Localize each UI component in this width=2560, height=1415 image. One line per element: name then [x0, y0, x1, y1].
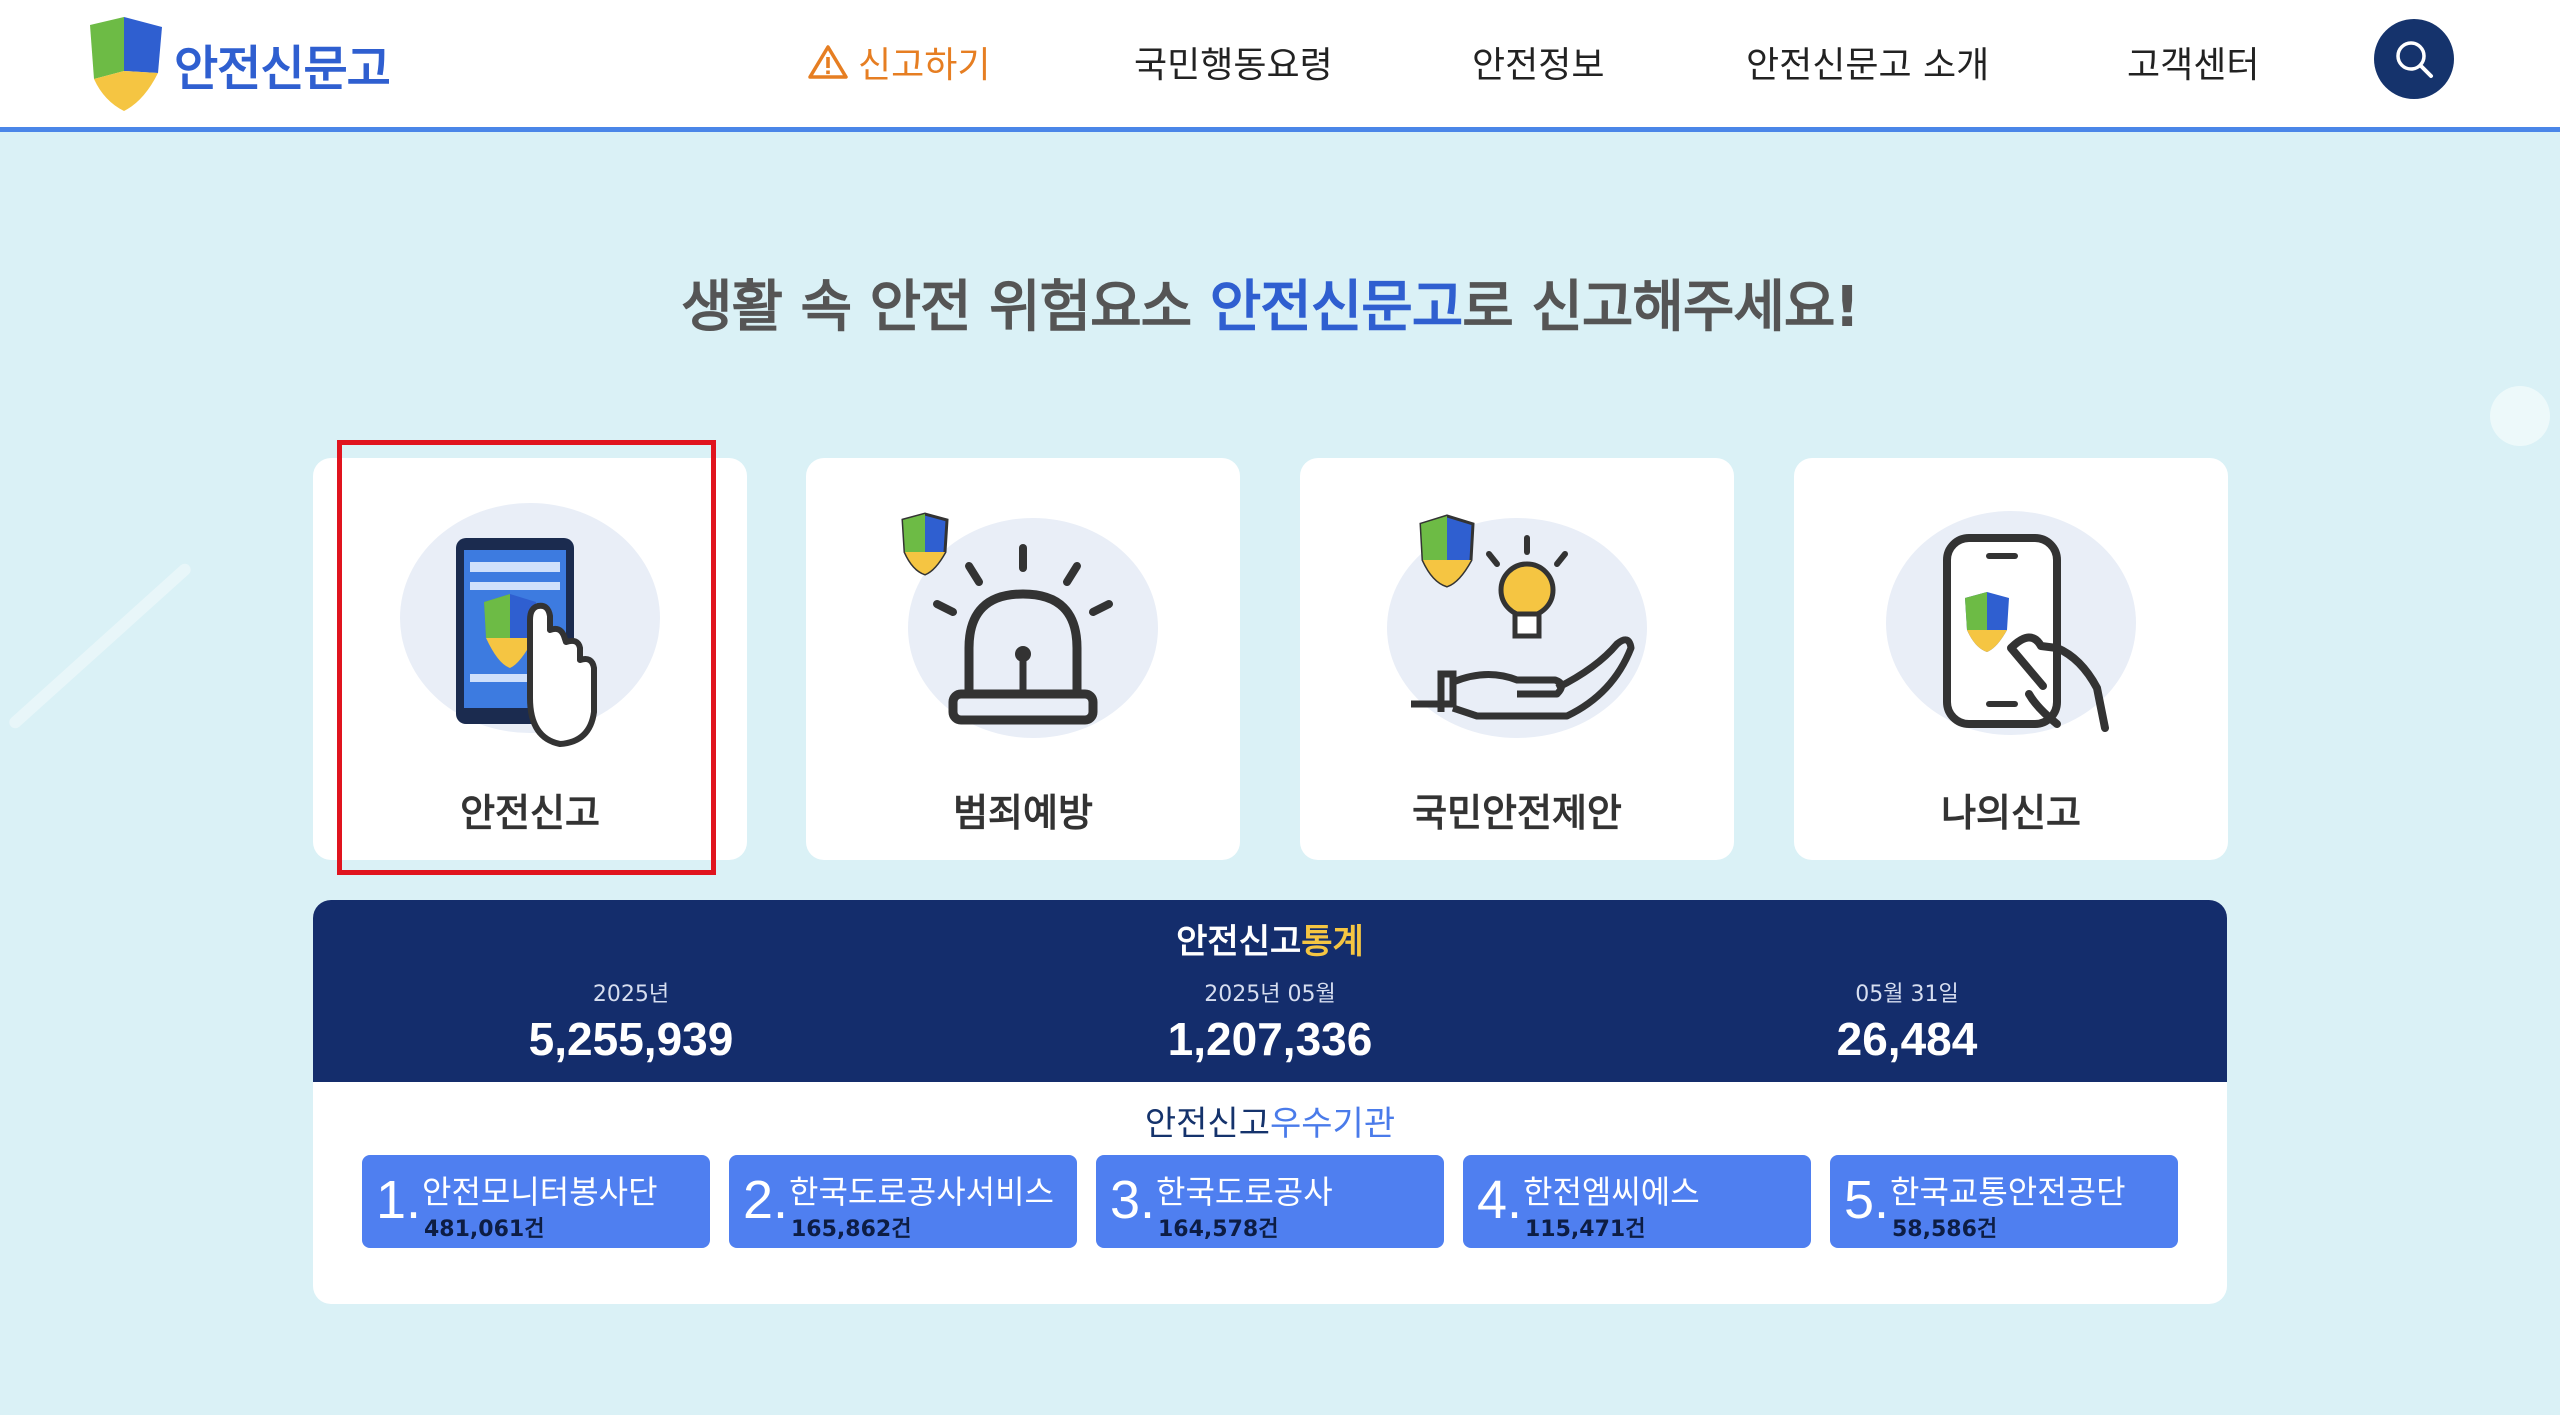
org-name: 한국도로공사서비스 — [789, 1173, 1054, 1211]
org-rank: 4. — [1477, 1170, 1523, 1230]
org-count: 164,578건 — [1158, 1217, 1279, 1242]
warning-icon — [808, 45, 848, 79]
org-rank: 3. — [1110, 1170, 1156, 1230]
phone-hand-icon — [1886, 511, 2136, 735]
card-label: 국민안전제안 — [1412, 791, 1622, 835]
org-count: 115,471건 — [1525, 1217, 1646, 1242]
shield-logo-icon — [90, 17, 162, 111]
stats-title-main: 안전신고 — [1176, 922, 1302, 962]
card-my-reports[interactable]: 나의신고 — [1794, 458, 2228, 860]
card-label: 범죄예방 — [953, 791, 1093, 835]
card-crime-prevention[interactable]: 범죄예방 — [806, 458, 1240, 860]
card-safety-proposal[interactable]: 국민안전제안 — [1300, 458, 1734, 860]
org-rank: 1. — [376, 1170, 422, 1230]
headline-suffix: 로 신고해주세요! — [1462, 275, 1860, 340]
org-item[interactable]: 4. 한전엠씨에스 115,471건 — [1463, 1155, 1811, 1248]
decorative-line — [6, 561, 194, 731]
site-logo[interactable]: 안전신문고 — [84, 14, 391, 114]
org-item[interactable]: 5. 한국교통안전공단 58,586건 — [1830, 1155, 2178, 1248]
idea-hand-icon — [1387, 514, 1647, 738]
stat-value: 1,207,336 — [1167, 1013, 1373, 1065]
stats-panel: 안전신고통계 2025년 5,255,939 2025년 05월 1,207,3… — [313, 900, 2227, 1304]
org-rank: 2. — [743, 1170, 789, 1230]
headline-prefix: 생활 속 안전 위험요소 — [681, 275, 1210, 340]
nav-safety-info[interactable]: 안전정보 — [1472, 36, 1604, 88]
stat-daily: 05월 31일 26,484 — [1707, 976, 2107, 1066]
nav-report[interactable]: 신고하기 — [808, 36, 990, 88]
logo-text: 안전신문고 — [174, 41, 391, 97]
org-title: 안전신고우수기관 — [313, 1096, 2227, 1145]
org-item[interactable]: 3. 한국도로공사 164,578건 — [1096, 1155, 1444, 1248]
stat-value: 5,255,939 — [528, 1013, 734, 1065]
page-headline: 생활 속 안전 위험요소 안전신문고로 신고해주세요! — [0, 262, 2540, 343]
headline-highlight: 안전신문고 — [1209, 275, 1464, 340]
org-name: 안전모니터봉사단 — [422, 1173, 658, 1211]
selection-highlight — [337, 440, 716, 875]
org-count: 481,061건 — [424, 1217, 545, 1242]
org-name: 한국도로공사 — [1156, 1173, 1333, 1211]
org-rank: 5. — [1844, 1170, 1890, 1230]
stats-title-accent: 통계 — [1301, 922, 1364, 962]
stat-monthly: 2025년 05월 1,207,336 — [1070, 976, 1470, 1066]
search-icon — [2396, 41, 2433, 78]
org-name: 한국교통안전공단 — [1890, 1173, 2126, 1211]
nav-customer-center[interactable]: 고객센터 — [2127, 36, 2259, 88]
org-item[interactable]: 1. 안전모니터봉사단 481,061건 — [362, 1155, 710, 1248]
site-header: 안전신문고 신고하기 국민행동요령 안전정보 안전신문고 소개 고객센터 — [0, 0, 2560, 132]
search-button[interactable] — [2374, 19, 2454, 99]
org-item[interactable]: 2. 한국도로공사서비스 165,862건 — [729, 1155, 1077, 1248]
stat-period: 2025년 05월 — [1204, 982, 1336, 1007]
org-title-accent: 우수기관 — [1270, 1104, 1396, 1144]
org-name: 한전엠씨에스 — [1523, 1173, 1700, 1211]
stat-value: 26,484 — [1836, 1013, 1978, 1065]
decorative-circle — [2490, 386, 2550, 446]
stats-header: 안전신고통계 2025년 5,255,939 2025년 05월 1,207,3… — [313, 900, 2227, 1082]
card-label: 나의신고 — [1941, 791, 2081, 835]
stats-title: 안전신고통계 — [313, 914, 2227, 963]
org-title-main: 안전신고 — [1144, 1104, 1270, 1144]
nav-report-label: 신고하기 — [858, 45, 991, 86]
nav-citizen-guide[interactable]: 국민행동요령 — [1134, 36, 1333, 88]
org-count: 58,586건 — [1892, 1217, 1998, 1242]
nav-about[interactable]: 안전신문고 소개 — [1746, 36, 1989, 88]
stat-yearly: 2025년 5,255,939 — [431, 976, 831, 1066]
stat-period: 2025년 — [592, 982, 670, 1007]
org-count: 165,862건 — [791, 1217, 912, 1242]
siren-icon — [901, 512, 1158, 738]
stat-period: 05월 31일 — [1855, 982, 1959, 1007]
